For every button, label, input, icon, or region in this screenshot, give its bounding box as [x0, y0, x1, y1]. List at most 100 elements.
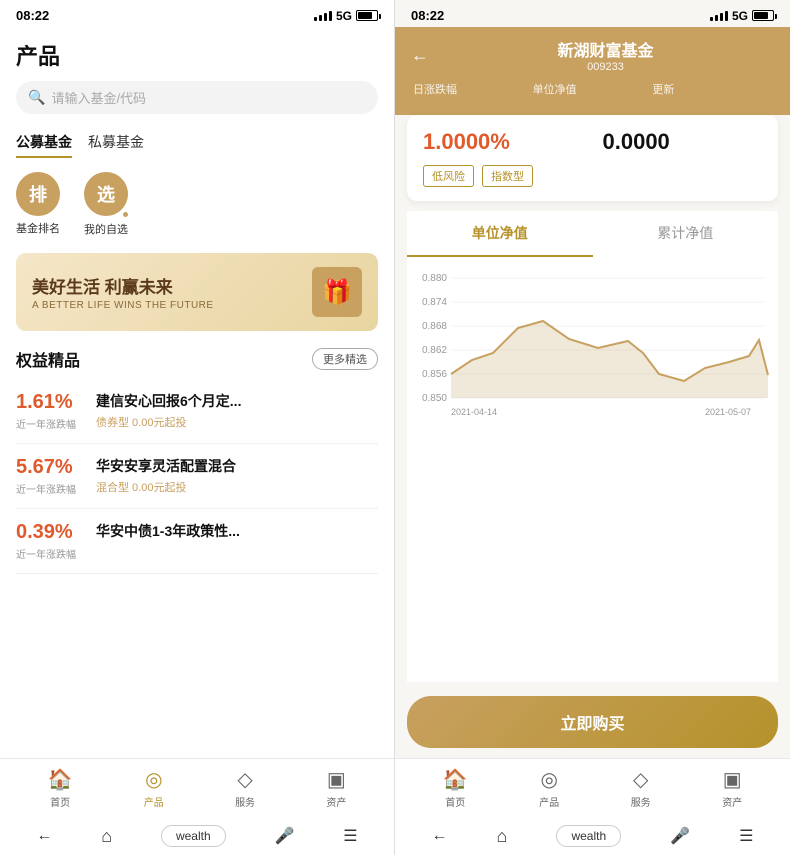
sys-history-left[interactable]: ⌂ [101, 826, 112, 847]
time-left: 08:22 [16, 8, 49, 23]
time-right: 08:22 [411, 8, 444, 23]
notification-dot [123, 212, 128, 217]
fund-item-0[interactable]: 1.61% 近一年涨跌幅 建信安心回报6个月定... 债券型 0.00元起投 [16, 379, 378, 444]
fund-return-0: 1.61% [16, 391, 76, 414]
nav-product-left[interactable]: ◎ 产品 [144, 767, 164, 809]
search-bar[interactable]: 🔍 请输入基金/代码 [16, 81, 378, 114]
tag-risk: 低风险 [423, 165, 474, 187]
fund-list: 1.61% 近一年涨跌幅 建信安心回报6个月定... 债券型 0.00元起投 5… [0, 379, 394, 758]
nav-assets-label-right: 资产 [722, 794, 742, 809]
right-phone: 08:22 5G ← 新湖财富基金 009233 日涨跌幅 单位净值 更新 [395, 0, 790, 855]
sys-nav-right: ← ⌂ wealth 🎤 ☰ [395, 819, 790, 855]
col-daily: 日涨跌幅 [413, 81, 533, 97]
section-title: 权益精品 [16, 347, 80, 371]
status-bar-left: 08:22 5G [0, 0, 394, 27]
svg-text:0.880: 0.880 [422, 273, 447, 284]
nav-assets-label: 资产 [326, 794, 346, 809]
daily-change-col: 1.0000% [423, 129, 583, 155]
fund-item-2[interactable]: 0.39% 近一年涨跌幅 华安中债1-3年政策性... [16, 509, 378, 574]
fund-tag-0: 债券型 0.00元起投 [96, 414, 378, 430]
banner-text: 美好生活 利赢未来 A BETTER LIFE WINS THE FUTURE [32, 273, 214, 311]
nav-assets-left[interactable]: ▣ 资产 [326, 767, 346, 809]
watchlist-circle: 选 [84, 172, 128, 216]
fund-info-card: 1.0000% 0.0000 低风险 指数型 [407, 115, 778, 201]
sys-back-left[interactable]: ← [36, 827, 52, 845]
fund-label-1: 近一年涨跌幅 [16, 481, 76, 496]
bottom-nav-right: 🏠 首页 ◎ 产品 ◇ 服务 ▣ 资产 [395, 758, 790, 819]
status-bar-right: 08:22 5G [395, 0, 790, 27]
chart-tabs: 单位净值 累计净值 [407, 211, 778, 257]
nav-value: 0.0000 [603, 129, 763, 155]
nav-service-label: 服务 [235, 794, 255, 809]
sys-history-right[interactable]: ⌂ [497, 826, 508, 847]
svg-text:0.862: 0.862 [422, 345, 447, 356]
chart-tab-cum-nav[interactable]: 累计净值 [593, 211, 779, 257]
nav-home-label-right: 首页 [445, 794, 465, 809]
promo-banner[interactable]: 美好生活 利赢未来 A BETTER LIFE WINS THE FUTURE … [16, 253, 378, 331]
product-icon-right: ◎ [540, 767, 557, 792]
fund-name-0: 建信安心回报6个月定... [96, 391, 378, 411]
nav-home-left[interactable]: 🏠 首页 [48, 767, 73, 809]
nav-product-right[interactable]: ◎ 产品 [539, 767, 559, 809]
col-nav: 单位净值 [533, 81, 653, 97]
buy-button[interactable]: 立即购买 [407, 696, 778, 748]
svg-text:0.856: 0.856 [422, 369, 447, 380]
sys-wealth-right[interactable]: wealth [556, 825, 621, 847]
chart-svg: 0.880 0.874 0.868 0.862 0.856 0.850 [407, 265, 778, 440]
fund-values-row: 1.0000% 0.0000 [423, 129, 762, 155]
nav-service-label-right: 服务 [631, 794, 651, 809]
page-header: 产品 🔍 请输入基金/代码 [0, 27, 394, 122]
watchlist-label: 我的自选 [84, 221, 128, 237]
section-header: 权益精品 更多精选 [0, 343, 394, 379]
nav-assets-right[interactable]: ▣ 资产 [722, 767, 742, 809]
svg-text:0.868: 0.868 [422, 321, 447, 332]
sys-mic-left[interactable]: 🎤 [274, 826, 294, 846]
sys-menu-left[interactable]: ☰ [343, 826, 357, 846]
svg-text:2021-05-07: 2021-05-07 [705, 407, 751, 417]
sys-menu-right[interactable]: ☰ [739, 826, 753, 846]
svg-text:0.850: 0.850 [422, 393, 447, 404]
nav-service-right[interactable]: ◇ 服务 [631, 767, 651, 809]
banner-main: 美好生活 利赢未来 [32, 273, 214, 298]
tab-private-fund[interactable]: 私募基金 [88, 132, 144, 158]
banner-gift-icon: 🎁 [312, 267, 362, 317]
sys-back-right[interactable]: ← [432, 827, 448, 845]
bottom-nav-left: 🏠 首页 ◎ 产品 ◇ 服务 ▣ 资产 [0, 758, 394, 819]
buy-section: 立即购买 [395, 682, 790, 758]
ranking-circle: 排 [16, 172, 60, 216]
sys-mic-right[interactable]: 🎤 [670, 826, 690, 846]
tag-type: 指数型 [482, 165, 533, 187]
fund-type-tabs: 公募基金 私募基金 [0, 122, 394, 164]
fund-tags: 低风险 指数型 [423, 165, 762, 187]
page-title: 产品 [16, 39, 378, 71]
icon-watchlist[interactable]: 选 我的自选 [84, 172, 128, 237]
sys-nav-left: ← ⌂ wealth 🎤 ☰ [0, 819, 394, 855]
back-button[interactable]: ← [411, 45, 429, 66]
icon-ranking[interactable]: 排 基金排名 [16, 172, 60, 237]
nav-product-label: 产品 [144, 794, 164, 809]
fund-name-1: 华安安享灵活配置混合 [96, 456, 378, 476]
fund-code: 009233 [437, 61, 774, 73]
fund-item-1[interactable]: 5.67% 近一年涨跌幅 华安安享灵活配置混合 混合型 0.00元起投 [16, 444, 378, 509]
network-left: 5G [336, 9, 352, 23]
more-selection-btn[interactable]: 更多精选 [312, 348, 378, 370]
tab-public-fund[interactable]: 公募基金 [16, 132, 72, 158]
fund-label-0: 近一年涨跌幅 [16, 416, 76, 431]
product-icon: ◎ [145, 767, 162, 792]
service-icon-right: ◇ [633, 767, 648, 792]
network-right: 5G [732, 9, 748, 23]
nav-service-left[interactable]: ◇ 服务 [235, 767, 255, 809]
fund-return-2: 0.39% [16, 521, 76, 544]
chart-tab-unit-nav[interactable]: 单位净值 [407, 211, 593, 257]
home-icon: 🏠 [48, 767, 73, 792]
nav-home-right[interactable]: 🏠 首页 [443, 767, 468, 809]
sys-wealth-left[interactable]: wealth [161, 825, 226, 847]
assets-icon-right: ▣ [723, 767, 742, 792]
fund-label-2: 近一年涨跌幅 [16, 546, 76, 561]
service-icon: ◇ [237, 767, 252, 792]
nav-home-label: 首页 [50, 794, 70, 809]
quick-icons: 排 基金排名 选 我的自选 [0, 164, 394, 247]
daily-change-value: 1.0000% [423, 129, 583, 155]
assets-icon: ▣ [327, 767, 346, 792]
search-icon: 🔍 [28, 89, 45, 106]
